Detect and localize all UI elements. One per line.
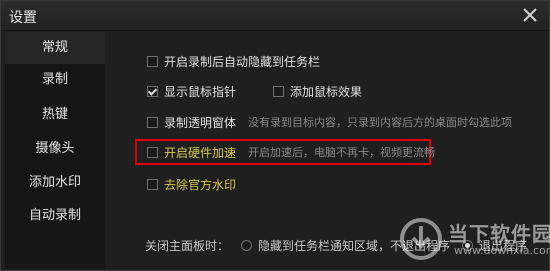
- close-icon[interactable]: [521, 6, 539, 24]
- remove-watermark-label: 去除官方水印: [164, 177, 237, 192]
- hw-accel-checkbox[interactable]: [147, 146, 158, 158]
- remove-watermark-option[interactable]: 去除官方水印: [147, 176, 236, 192]
- remove-watermark-checkbox[interactable]: [147, 178, 158, 190]
- cursor-effect-checkbox[interactable]: [273, 85, 284, 97]
- sidebar-item-watermark[interactable]: 添加水印: [5, 167, 105, 199]
- title-bar: 设置: [1, 1, 549, 31]
- sidebar-item-general[interactable]: 常规: [5, 32, 105, 64]
- sidebar-item-auto-record[interactable]: 自动录制: [5, 200, 105, 232]
- transparent-window-desc: 没有录到目标内容，只录到内容后方的桌面时勾选此项: [248, 116, 513, 129]
- site-watermark: 当下软件园 www.downxia.com: [398, 210, 550, 268]
- auto-hide-option[interactable]: 开启录制后自动隐藏到任务栏: [147, 53, 320, 69]
- close-panel-label: 关闭主面板时：: [145, 238, 230, 253]
- transparent-window-checkbox[interactable]: [147, 116, 158, 128]
- hide-to-tray-radio[interactable]: [241, 239, 253, 251]
- auto-hide-label: 开启录制后自动隐藏到任务栏: [164, 54, 321, 69]
- transparent-window-label: 录制透明窗体: [164, 115, 237, 130]
- sidebar-item-hotkey[interactable]: 热键: [5, 99, 105, 131]
- hw-accel-desc: 开启加速后，电脑不再卡，视频更流畅: [248, 146, 436, 159]
- sidebar-item-camera[interactable]: 摄像头: [5, 133, 105, 165]
- sidebar-item-record[interactable]: 录制: [5, 64, 105, 96]
- hw-accel-option[interactable]: 开启硬件加速 开启加速后，电脑不再卡，视频更流畅: [147, 144, 435, 160]
- show-cursor-label: 显示鼠标指针: [164, 84, 237, 99]
- window-title: 设置: [9, 10, 37, 26]
- sidebar: 常规 录制 热键 摄像头 添加水印 自动录制: [5, 32, 105, 268]
- show-cursor-checkbox[interactable]: [147, 85, 158, 97]
- transparent-window-option[interactable]: 录制透明窗体 没有录到目标内容，只录到内容后方的桌面时勾选此项: [147, 114, 512, 130]
- site-url: www.downxia.com: [454, 244, 550, 257]
- auto-hide-checkbox[interactable]: [147, 55, 158, 67]
- site-name: 当下软件园: [448, 222, 550, 246]
- cursor-effect-option[interactable]: 添加鼠标效果: [273, 83, 362, 99]
- site-logo-icon: [398, 216, 444, 262]
- hw-accel-label: 开启硬件加速: [164, 145, 237, 160]
- show-cursor-option[interactable]: 显示鼠标指针: [147, 83, 236, 99]
- cursor-effect-label: 添加鼠标效果: [290, 84, 363, 99]
